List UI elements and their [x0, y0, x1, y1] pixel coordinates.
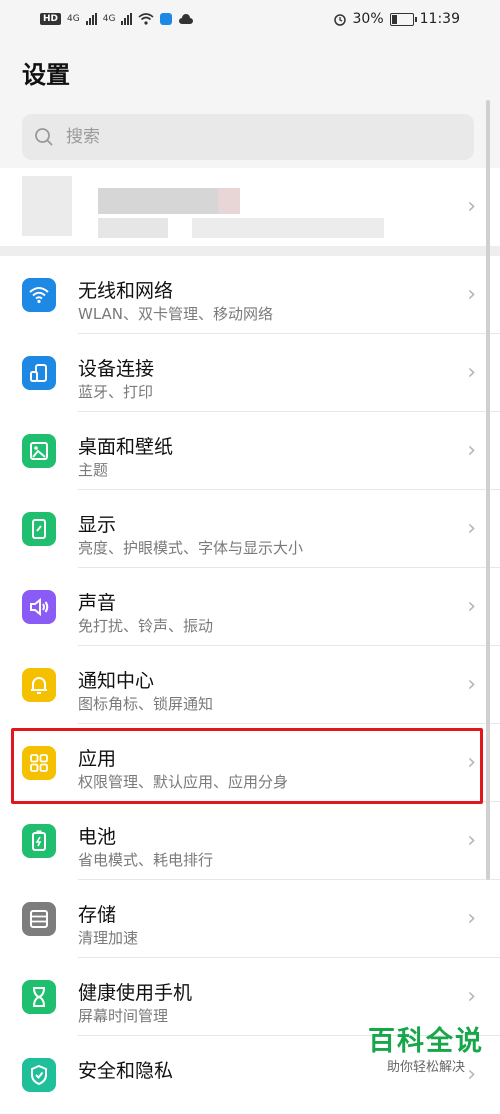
item-subtitle: 主题	[78, 461, 109, 479]
chevron-right-icon: ›	[467, 438, 476, 463]
chevron-right-icon: ›	[467, 906, 476, 931]
search-icon	[35, 128, 53, 146]
watermark-subtitle: 助你轻松解决	[386, 1060, 465, 1075]
account-name-blurred	[98, 188, 218, 214]
settings-list: 无线和网络 WLAN、双卡管理、移动网络 › 设备连接 蓝牙、打印 › 桌面和壁…	[0, 256, 500, 1114]
item-title: 安全和隐私	[78, 1060, 174, 1082]
search-bar[interactable]	[22, 114, 474, 160]
chevron-right-icon: ›	[467, 750, 476, 775]
clock: 11:39	[419, 11, 460, 27]
item-subtitle: 权限管理、默认应用、应用分身	[78, 773, 289, 791]
signal-icon-2	[121, 13, 133, 25]
battery-percent: 30%	[352, 11, 384, 27]
item-title: 无线和网络	[78, 280, 174, 302]
hd-badge: HD	[40, 13, 62, 25]
account-info-blurred	[98, 218, 168, 238]
shield-icon	[22, 1058, 56, 1092]
wallpaper-icon	[22, 434, 56, 468]
search-input[interactable]	[64, 126, 448, 148]
watermark-logo: 百科全说 助你轻松解决	[368, 1019, 484, 1075]
app-notification-icon	[160, 13, 173, 25]
battery-status-icon	[389, 12, 417, 26]
item-subtitle: 免打扰、铃声、振动	[78, 617, 214, 635]
settings-item-notification[interactable]: 通知中心 图标角标、锁屏通知 ›	[0, 646, 500, 724]
item-title: 通知中心	[78, 670, 155, 692]
scrollbar[interactable]	[486, 100, 490, 880]
item-subtitle: WLAN、双卡管理、移动网络	[78, 305, 274, 323]
item-title: 存储	[78, 904, 117, 926]
item-subtitle: 屏幕时间管理	[78, 1007, 169, 1025]
sound-icon	[22, 590, 56, 624]
status-right: 30% 11:39	[333, 11, 460, 27]
settings-item-storage[interactable]: 存储 清理加速 ›	[0, 880, 500, 958]
chevron-right-icon: ›	[467, 828, 476, 853]
page-title: 设置	[22, 61, 70, 89]
avatar	[22, 176, 72, 236]
chevron-right-icon: ›	[467, 984, 476, 1009]
network-label-2: 4G	[102, 14, 116, 24]
cloud-icon	[179, 14, 194, 24]
wifi-icon	[22, 278, 56, 312]
storage-icon	[22, 902, 56, 936]
status-bar: HD 4G 4G 30% 11:39	[0, 0, 500, 38]
chevron-right-icon: ›	[467, 282, 476, 307]
wifi-status-icon	[138, 13, 154, 25]
watermark-title: 百科全说	[368, 1026, 484, 1057]
section-divider	[0, 246, 500, 256]
item-subtitle: 蓝牙、打印	[78, 383, 154, 401]
item-subtitle: 亮度、护眼模式、字体与显示大小	[78, 539, 304, 557]
signal-icon	[85, 13, 97, 25]
bell-icon	[22, 668, 56, 702]
settings-item-sound[interactable]: 声音 免打扰、铃声、振动 ›	[0, 568, 500, 646]
account-info-blurred-2	[192, 218, 384, 238]
chevron-right-icon: ›	[467, 594, 476, 619]
item-title: 显示	[78, 514, 117, 536]
item-title: 声音	[78, 592, 117, 614]
network-label-1: 4G	[67, 14, 80, 24]
chevron-right-icon: ›	[467, 360, 476, 385]
apps-icon	[22, 746, 56, 780]
status-left: HD 4G 4G	[40, 13, 194, 25]
item-title: 健康使用手机	[78, 982, 193, 1004]
device-connection-icon	[22, 356, 56, 390]
item-title: 电池	[78, 826, 117, 848]
settings-item-wireless[interactable]: 无线和网络 WLAN、双卡管理、移动网络 ›	[0, 256, 500, 334]
display-icon	[22, 512, 56, 546]
settings-item-apps[interactable]: 应用 权限管理、默认应用、应用分身 ›	[0, 724, 500, 802]
chevron-right-icon: ›	[467, 194, 476, 219]
settings-item-battery[interactable]: 电池 省电模式、耗电排行 ›	[0, 802, 500, 880]
item-subtitle: 清理加速	[78, 929, 139, 947]
item-title: 桌面和壁纸	[78, 436, 174, 458]
settings-item-display[interactable]: 显示 亮度、护眼模式、字体与显示大小 ›	[0, 490, 500, 568]
settings-item-wallpaper[interactable]: 桌面和壁纸 主题 ›	[0, 412, 500, 490]
item-subtitle: 图标角标、锁屏通知	[78, 695, 214, 713]
account-name-blurred-end	[218, 188, 240, 214]
hourglass-icon	[22, 980, 56, 1014]
alarm-icon	[333, 14, 346, 26]
battery-icon	[22, 824, 56, 858]
chevron-right-icon: ›	[467, 516, 476, 541]
account-card[interactable]: ›	[0, 168, 500, 246]
item-title: 设备连接	[78, 358, 155, 380]
item-title: 应用	[78, 748, 117, 770]
settings-item-device-connection[interactable]: 设备连接 蓝牙、打印 ›	[0, 334, 500, 412]
item-subtitle: 省电模式、耗电排行	[78, 851, 214, 869]
chevron-right-icon: ›	[467, 672, 476, 697]
